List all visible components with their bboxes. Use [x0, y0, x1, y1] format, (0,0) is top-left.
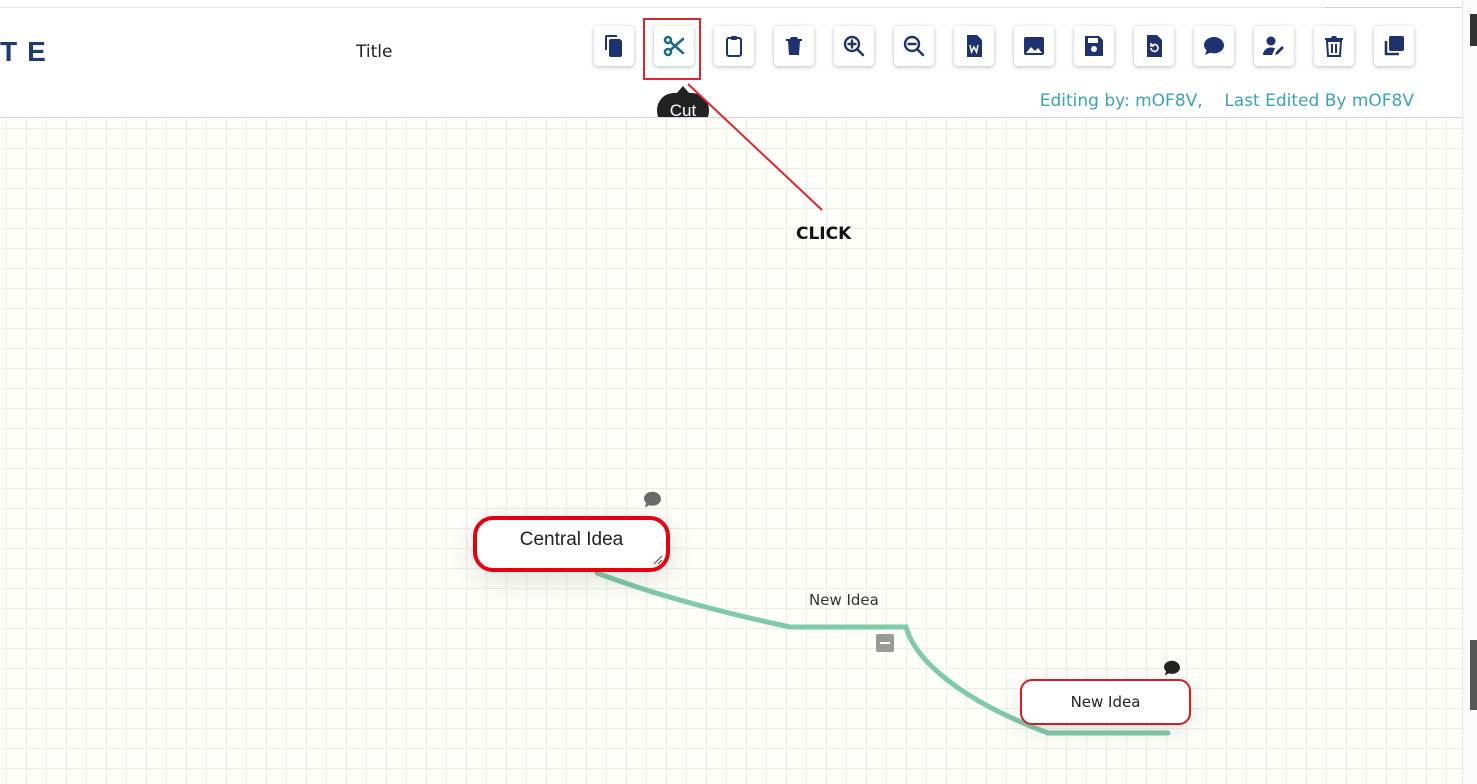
last-edited-by-text: Last Edited By mOF8V: [1224, 91, 1414, 111]
zoom-out-button[interactable]: [894, 26, 934, 66]
top-divider: [0, 7, 1325, 8]
restore-file-icon: [1147, 35, 1162, 57]
zoom-out-icon: [903, 35, 925, 57]
central-idea-node[interactable]: Central Idea: [473, 516, 670, 572]
browser-edge-dark-lower: [1470, 640, 1477, 710]
document-title[interactable]: Title: [356, 42, 392, 62]
zoom-in-button[interactable]: [834, 26, 874, 66]
save-icon: [1085, 36, 1103, 56]
comment-icon: [1204, 37, 1224, 55]
edit-user-button[interactable]: [1254, 26, 1294, 66]
new-idea-label: New Idea: [1070, 693, 1141, 711]
word-file-icon: [967, 35, 982, 57]
collapse-button[interactable]: [876, 634, 894, 652]
export-image-button[interactable]: [1014, 26, 1054, 66]
central-idea-label: Central Idea: [519, 529, 624, 550]
user-edit-icon: [1263, 36, 1284, 55]
restore-button[interactable]: [1134, 26, 1174, 66]
export-word-button[interactable]: [954, 26, 994, 66]
child-node-comment-icon[interactable]: [1163, 660, 1181, 676]
app-logo[interactable]: TE: [0, 36, 56, 68]
trash-icon: [786, 37, 802, 55]
click-callout: CLICK: [796, 224, 852, 244]
duplicate-button[interactable]: [1374, 26, 1414, 66]
paste-button[interactable]: [714, 26, 754, 66]
delete-button[interactable]: [774, 26, 814, 66]
copy-button[interactable]: [594, 26, 634, 66]
trash-can-icon: [1325, 36, 1343, 57]
clear-button[interactable]: [1314, 26, 1354, 66]
image-icon: [1024, 37, 1044, 55]
cut-button-highlight: [643, 18, 701, 80]
central-node-comment-icon[interactable]: [643, 491, 662, 508]
browser-edge-dark: [1470, 14, 1477, 46]
editing-by-text: Editing by: mOF8V,: [1039, 91, 1203, 111]
copy-icon: [605, 35, 622, 57]
save-button[interactable]: [1074, 26, 1114, 66]
new-idea-node[interactable]: New Idea: [1020, 679, 1191, 725]
comment-button[interactable]: [1194, 26, 1234, 66]
clone-icon: [1384, 36, 1404, 56]
zoom-in-icon: [843, 35, 865, 57]
clipboard-icon: [726, 36, 742, 57]
resize-handle-icon[interactable]: [653, 555, 663, 565]
editing-status: Editing by: mOF8V, Last Edited By mOF8V: [1040, 91, 1414, 111]
edge-label[interactable]: New Idea: [809, 591, 879, 609]
mindmap-canvas[interactable]: [0, 118, 1462, 784]
top-divider-right: [1325, 7, 1477, 8]
